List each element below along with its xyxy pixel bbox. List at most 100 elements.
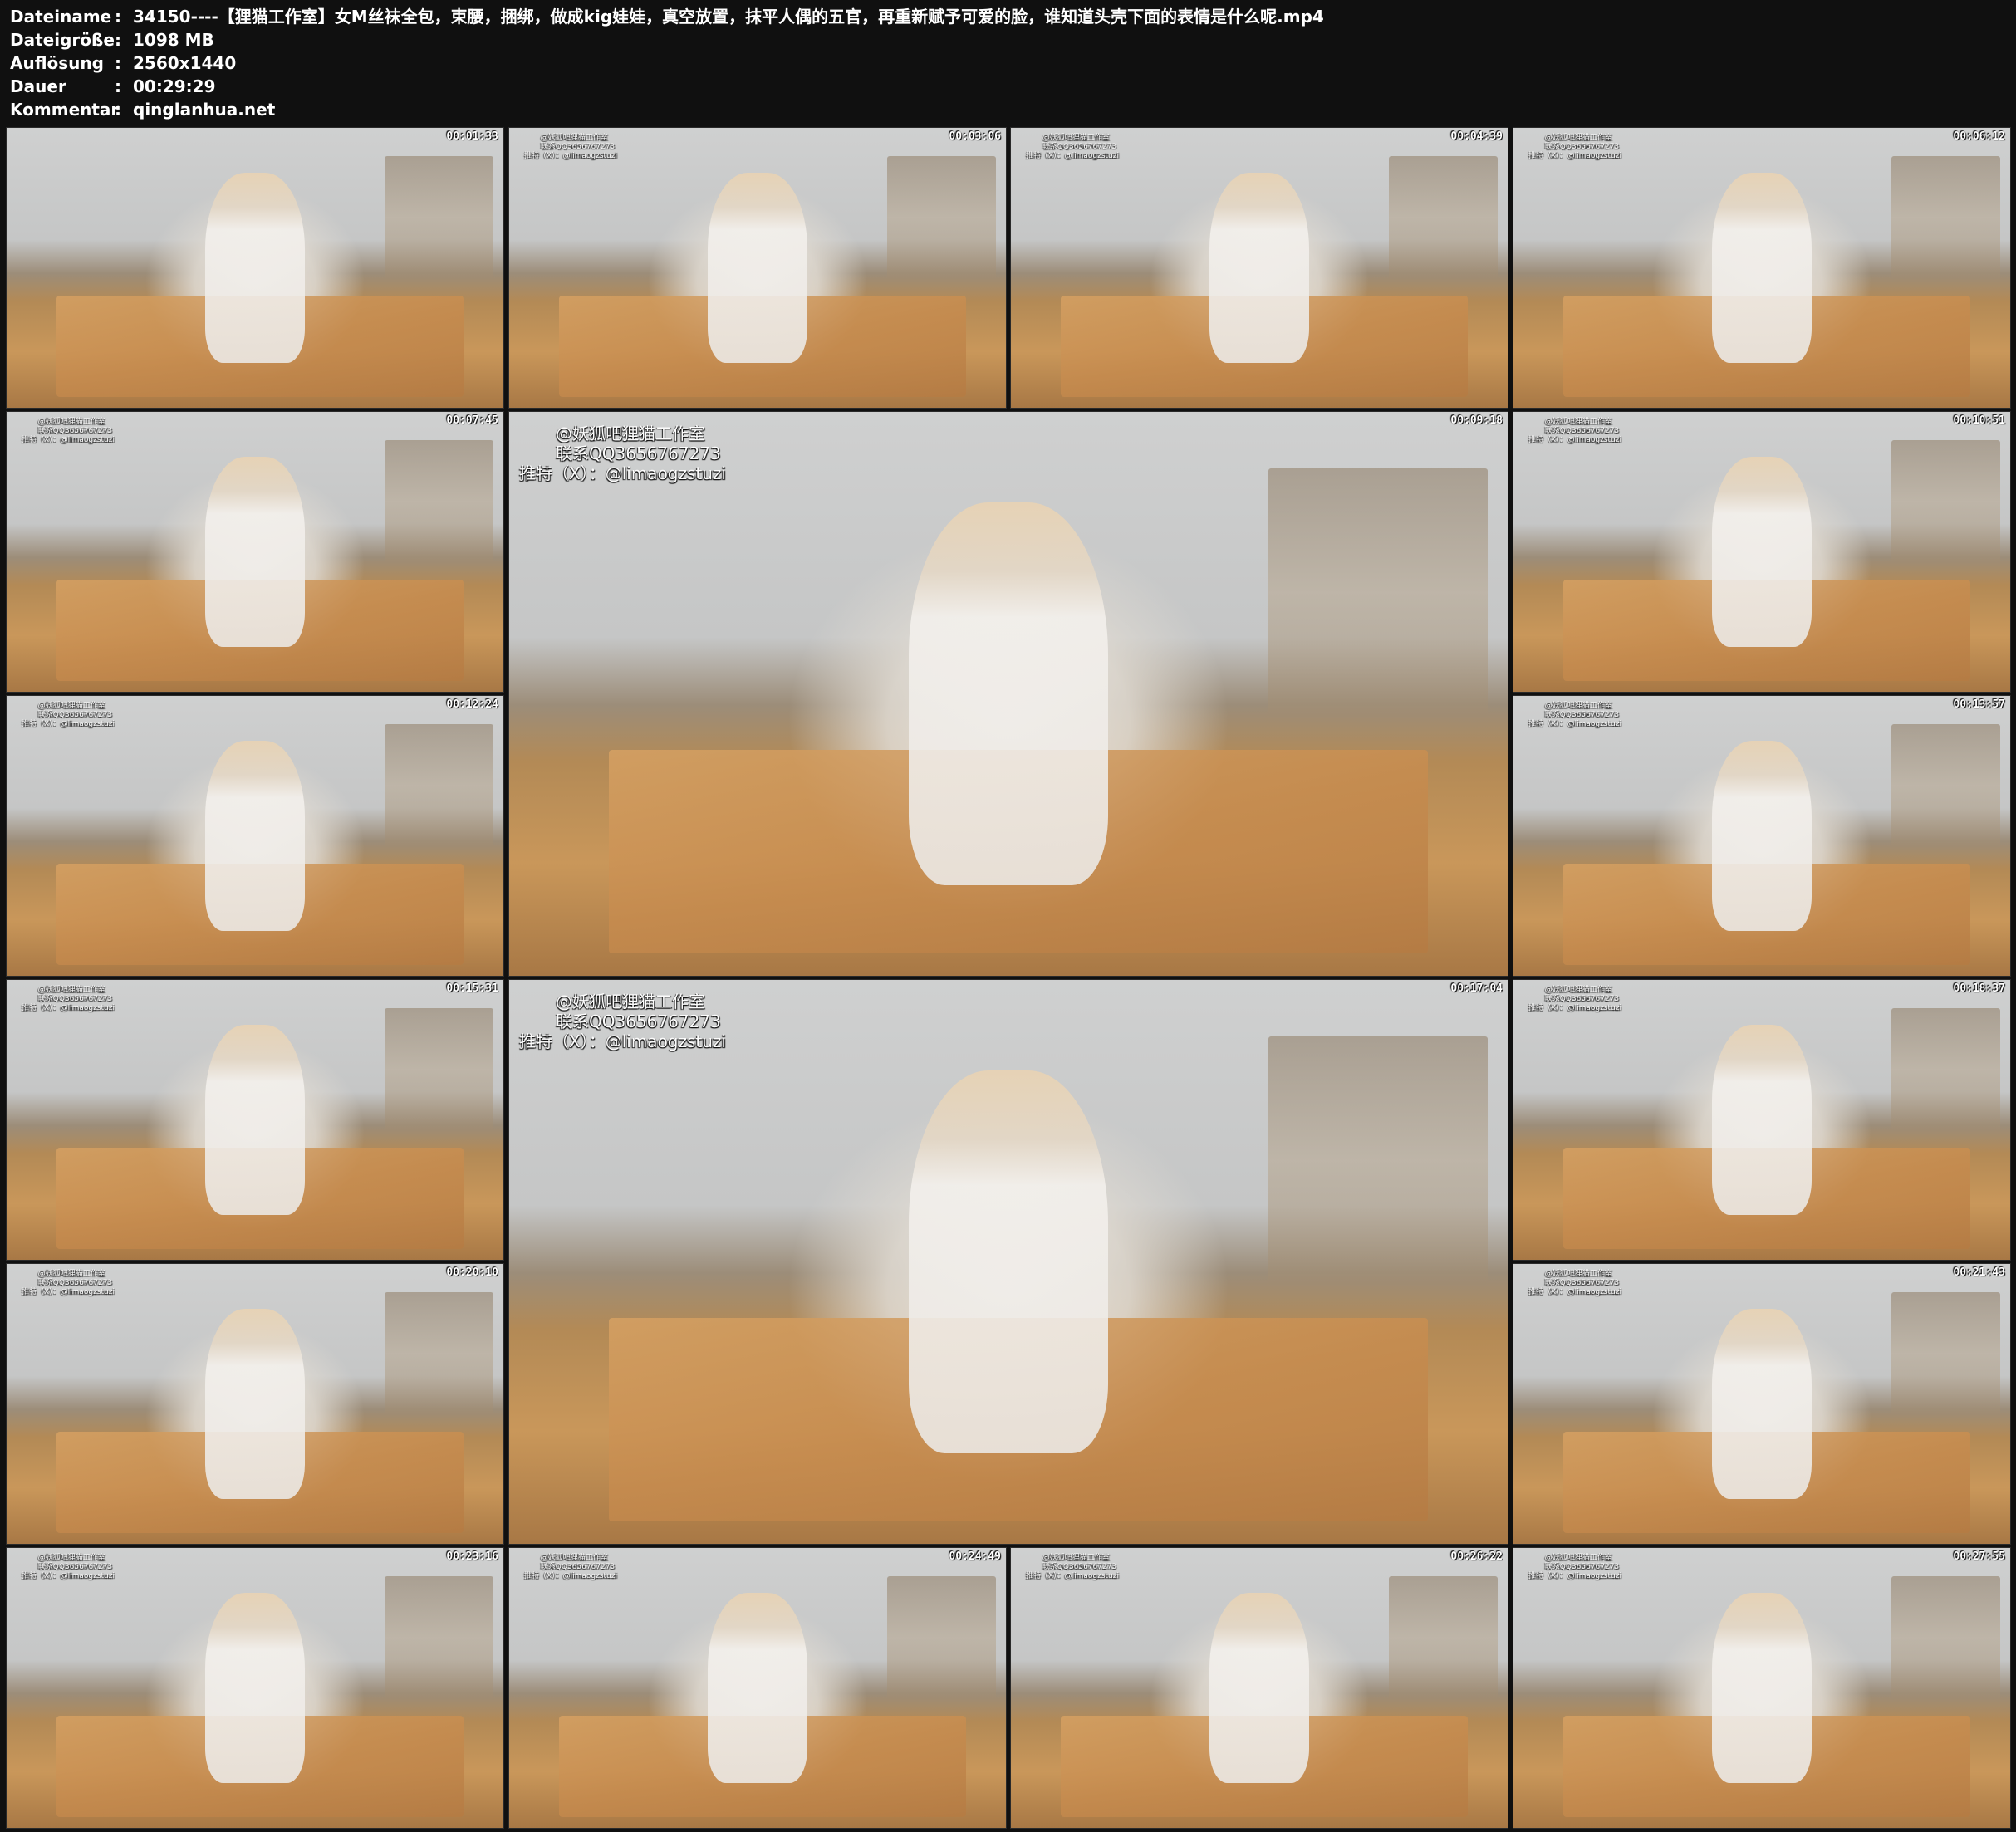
watermark: @妖狐吧狸猫工作室 联系QQ3656767273 推特（X）：@limaogzstu…: [1528, 134, 1621, 161]
timestamp: 00:10:51: [1953, 414, 2005, 427]
side-table: [1268, 468, 1488, 717]
seated-figure: [205, 456, 305, 648]
timestamp: 00:01:33: [446, 130, 498, 143]
watermark-line: 推特（X）：@limaogzstuzi: [1528, 1003, 1621, 1012]
watermark-line: 推特（X）：@limaogzstuzi: [519, 463, 726, 483]
watermark-line: 推特（X）：@limaogzstuzi: [21, 1003, 115, 1012]
watermark-line: @妖狐吧狸猫工作室: [1544, 1553, 1612, 1562]
seated-figure: [708, 172, 807, 364]
video-thumbnail: @妖狐吧狸猫工作室 联系QQ3656767273 推特（X）：@limaogzstu…: [508, 127, 1007, 409]
side-table: [1268, 1036, 1488, 1285]
watermark-line: 联系QQ3656767273: [1042, 1562, 1117, 1571]
watermark-line: 联系QQ3656767273: [1544, 1562, 1620, 1571]
timestamp: 00:04:39: [1450, 130, 1503, 143]
seated-figure: [205, 740, 305, 932]
watermark-line: @妖狐吧狸猫工作室: [1042, 1553, 1110, 1562]
watermark-line: @妖狐吧狸猫工作室: [556, 991, 706, 1012]
seated-figure: [205, 1308, 305, 1500]
watermark: @妖狐吧狸猫工作室 联系QQ3656767273 推特（X）：@limaogzstu…: [22, 418, 115, 445]
watermark-line: @妖狐吧狸猫工作室: [1544, 133, 1612, 142]
side-table: [1388, 155, 1499, 279]
timestamp: 00:24:49: [949, 1550, 1001, 1563]
video-thumbnail: @妖狐吧狸猫工作室 联系QQ3656767273 推特（X）：@limaogzstu…: [1010, 1547, 1508, 1829]
side-table: [1891, 155, 2001, 279]
timestamp: 00:21:43: [1953, 1266, 2005, 1279]
watermark-line: 推特（X）：@limaogzstuzi: [523, 151, 617, 160]
timestamp: 00:17:04: [1450, 982, 1503, 995]
seated-figure: [908, 1070, 1109, 1454]
watermark-line: 推特（X）：@limaogzstuzi: [21, 435, 115, 444]
side-table: [1388, 1575, 1499, 1699]
watermark: @妖狐吧狸猫工作室 联系QQ3656767273 推特（X）：@limaogzstu…: [1026, 1554, 1119, 1581]
side-table: [384, 155, 494, 279]
side-table: [1891, 1575, 2001, 1699]
watermark-line: 推特（X）：@limaogzstuzi: [1528, 1287, 1621, 1296]
video-thumbnail: @妖狐吧狸猫工作室 联系QQ3656767273 推特（X）：@limaogzstu…: [6, 979, 504, 1261]
timestamp: 00:15:31: [446, 982, 498, 995]
video-thumbnail: 00:01:33: [6, 127, 504, 409]
video-thumbnail: @妖狐吧狸猫工作室 联系QQ3656767273 推特（X）：@limaogzstu…: [508, 411, 1508, 977]
side-table: [886, 155, 997, 279]
watermark-line: 推特（X）：@limaogzstuzi: [1528, 719, 1621, 728]
side-table: [886, 1575, 997, 1699]
video-thumbnail: @妖狐吧狸猫工作室 联系QQ3656767273 推特（X）：@limaogzstu…: [508, 1547, 1007, 1829]
watermark-line: 联系QQ3656767273: [556, 443, 721, 463]
seated-figure: [1712, 1592, 1812, 1784]
watermark-line: 联系QQ3656767273: [37, 1278, 113, 1287]
watermark-line: 联系QQ3656767273: [37, 1562, 113, 1571]
video-thumbnail: @妖狐吧狸猫工作室 联系QQ3656767273 推特（X）：@limaogzstu…: [508, 979, 1508, 1545]
side-table: [1891, 439, 2001, 563]
timestamp: 00:18:37: [1953, 982, 2005, 995]
thumbnail-grid: 00:01:33 @妖狐吧狸猫工作室 联系QQ3656767273 推特（X）：@li…: [0, 0, 2016, 1832]
side-table: [384, 723, 494, 847]
video-thumbnail: @妖狐吧狸猫工作室 联系QQ3656767273 推特（X）：@limaogzstu…: [6, 695, 504, 977]
seated-figure: [1712, 1308, 1812, 1500]
watermark-line: 联系QQ3656767273: [1544, 1278, 1620, 1287]
video-thumbnail: @妖狐吧狸猫工作室 联系QQ3656767273 推特（X）：@limaogzstu…: [1513, 127, 2011, 409]
watermark-line: @妖狐吧狸猫工作室: [37, 701, 105, 710]
watermark: @妖狐吧狸猫工作室 联系QQ3656767273 推特（X）：@limaogzstu…: [22, 986, 115, 1013]
side-table: [384, 1291, 494, 1415]
side-table: [1891, 1291, 2001, 1415]
timestamp: 00:07:45: [446, 414, 498, 427]
timestamp: 00:23:16: [446, 1550, 498, 1563]
watermark-line: 推特（X）：@limaogzstuzi: [1025, 151, 1119, 160]
video-thumbnail: @妖狐吧狸猫工作室 联系QQ3656767273 推特（X）：@limaogzstu…: [1513, 1263, 2011, 1545]
watermark: @妖狐吧狸猫工作室 联系QQ3656767273 推特（X）：@limaogzstu…: [1528, 986, 1621, 1013]
watermark-line: 联系QQ3656767273: [37, 710, 113, 719]
timestamp: 00:20:10: [446, 1266, 498, 1279]
video-thumbnail: @妖狐吧狸猫工作室 联系QQ3656767273 推特（X）：@limaogzstu…: [1513, 411, 2011, 693]
watermark-line: @妖狐吧狸猫工作室: [1042, 133, 1110, 142]
watermark: @妖狐吧狸猫工作室 联系QQ3656767273 推特（X）：@limaogzstu…: [1026, 134, 1119, 161]
video-thumbnail: @妖狐吧狸猫工作室 联系QQ3656767273 推特（X）：@limaogzstu…: [1513, 695, 2011, 977]
seated-figure: [708, 1592, 807, 1784]
watermark: @妖狐吧狸猫工作室 联系QQ3656767273 推特（X）：@limaogzstu…: [524, 134, 617, 161]
watermark: @妖狐吧狸猫工作室 联系QQ3656767273 推特（X）：@limaogzstu…: [1528, 1554, 1621, 1581]
watermark-line: @妖狐吧狸猫工作室: [540, 133, 608, 142]
watermark-line: @妖狐吧狸猫工作室: [1544, 1269, 1612, 1278]
side-table: [384, 1007, 494, 1131]
watermark: @妖狐吧狸猫工作室 联系QQ3656767273 推特（X）：@limaogzstu…: [22, 702, 115, 729]
timestamp: 00:27:55: [1953, 1550, 2005, 1563]
watermark: @妖狐吧狸猫工作室 联系QQ3656767273 推特（X）：@limaogzstu…: [22, 1270, 115, 1297]
watermark-line: 推特（X）：@limaogzstuzi: [21, 719, 115, 728]
watermark-line: @妖狐吧狸猫工作室: [1544, 417, 1612, 426]
side-table: [1891, 1007, 2001, 1131]
timestamp: 00:13:57: [1953, 698, 2005, 711]
seated-figure: [1209, 1592, 1309, 1784]
watermark-line: 推特（X）：@limaogzstuzi: [21, 1571, 115, 1580]
watermark: @妖狐吧狸猫工作室 联系QQ3656767273 推特（X）：@limaogzstu…: [519, 992, 726, 1051]
watermark-line: @妖狐吧狸猫工作室: [1544, 985, 1612, 994]
video-thumbnail: @妖狐吧狸猫工作室 联系QQ3656767273 推特（X）：@limaogzstu…: [6, 411, 504, 693]
side-table: [1891, 723, 2001, 847]
watermark: @妖狐吧狸猫工作室 联系QQ3656767273 推特（X）：@limaogzstu…: [524, 1554, 617, 1581]
watermark-line: 联系QQ3656767273: [37, 426, 113, 435]
watermark: @妖狐吧狸猫工作室 联系QQ3656767273 推特（X）：@limaogzstu…: [1528, 702, 1621, 729]
seated-figure: [1712, 740, 1812, 932]
watermark-line: 联系QQ3656767273: [1544, 710, 1620, 719]
watermark: @妖狐吧狸猫工作室 联系QQ3656767273 推特（X）：@limaogzstu…: [22, 1554, 115, 1581]
watermark: @妖狐吧狸猫工作室 联系QQ3656767273 推特（X）：@limaogzstu…: [519, 424, 726, 483]
watermark-line: @妖狐吧狸猫工作室: [37, 417, 105, 426]
timestamp: 00:12:24: [446, 698, 498, 711]
watermark-line: 推特（X）：@limaogzstuzi: [1528, 1571, 1621, 1580]
